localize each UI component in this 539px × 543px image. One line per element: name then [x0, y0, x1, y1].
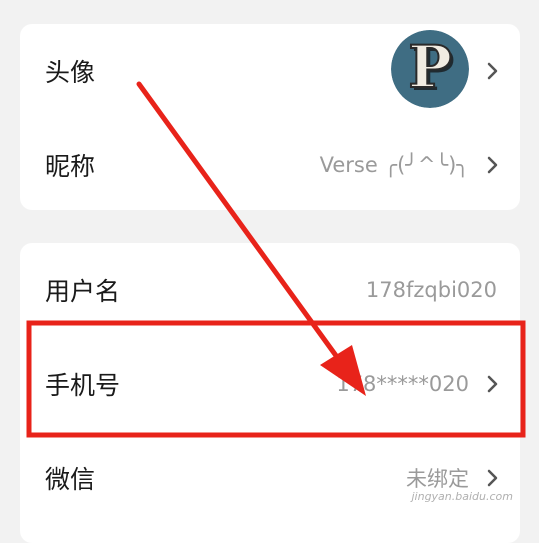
phone-value: 178*****020	[336, 372, 469, 396]
nickname-row[interactable]: 昵称 Verse ╭(╯^╰)╮	[20, 118, 520, 212]
wechat-value: 未绑定	[406, 467, 469, 491]
avatar-label: 头像	[45, 58, 96, 87]
watermark: jingyan.baidu.com	[411, 490, 513, 503]
profile-card: 头像 P P 昵称 Verse ╭(╯^╰)╮	[20, 24, 520, 210]
username-row: 用户名 178fzqbi020	[20, 243, 520, 337]
chevron-right-icon	[487, 62, 498, 80]
avatar[interactable]: P P	[391, 30, 469, 108]
wechat-label: 微信	[45, 465, 96, 494]
chevron-right-icon	[487, 375, 498, 393]
chevron-right-icon	[487, 156, 498, 174]
wechat-row[interactable]: 微信 未绑定	[20, 431, 520, 525]
chevron-right-icon	[487, 469, 498, 487]
username-value: 178fzqbi020	[365, 278, 497, 302]
username-label: 用户名	[45, 277, 121, 306]
phone-row[interactable]: 手机号 178*****020	[20, 337, 520, 431]
avatar-image: P P	[391, 30, 469, 108]
nickname-value: Verse ╭(╯^╰)╮	[319, 153, 469, 177]
avatar-row[interactable]: 头像 P P	[20, 24, 520, 118]
avatar-letter: P	[408, 33, 452, 101]
phone-label: 手机号	[45, 371, 121, 400]
nickname-label: 昵称	[45, 152, 96, 181]
